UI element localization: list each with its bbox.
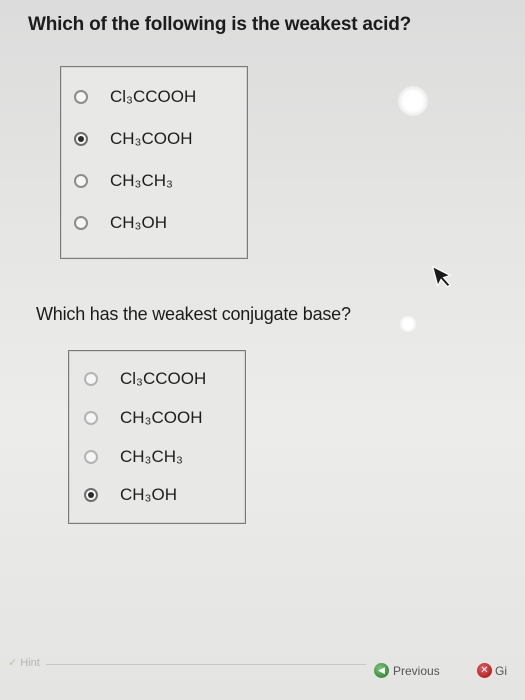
radio-button-selected[interactable] xyxy=(74,132,88,146)
q2-option-cl3ccooh[interactable]: Cl₃CCOOH xyxy=(84,365,206,393)
option-label: Cl₃CCOOH xyxy=(120,369,207,388)
option-label: CH₃COOH xyxy=(120,408,203,427)
screen-glare xyxy=(398,86,428,116)
previous-label: Previous xyxy=(393,663,440,678)
divider xyxy=(46,664,366,665)
radio-button[interactable] xyxy=(74,90,88,104)
hint-link[interactable]: ✓ Hint xyxy=(8,656,40,670)
radio-button[interactable] xyxy=(84,450,98,464)
radio-button[interactable] xyxy=(84,411,98,425)
question-2-options: Cl₃CCOOH CH₃COOH CH₃CH₃ CH₃OH xyxy=(68,350,246,524)
screen-glare xyxy=(400,316,416,332)
option-label: CH₃CH₃ xyxy=(110,171,173,190)
check-icon: ✓ xyxy=(8,657,18,669)
footer-bar: ✓ Hint ◀ Previous ✕ Gi xyxy=(0,652,525,700)
question-2-title: Which has the weakest conjugate base? xyxy=(36,304,351,324)
q1-option-cl3ccooh[interactable]: Cl₃CCOOH xyxy=(74,83,196,111)
option-label: CH₃OH xyxy=(120,485,177,504)
q2-option-ch3oh[interactable]: CH₃OH xyxy=(84,481,177,509)
q2-option-ch3cooh[interactable]: CH₃COOH xyxy=(84,404,202,432)
option-label: Cl₃CCOOH xyxy=(110,87,197,106)
question-1-options: Cl₃CCOOH CH₃COOH CH₃CH₃ CH₃OH xyxy=(60,66,248,259)
q1-option-ch3oh[interactable]: CH₃OH xyxy=(74,209,167,237)
option-label: CH₃COOH xyxy=(110,129,193,148)
option-label: CH₃CH₃ xyxy=(120,447,183,466)
mouse-pointer-icon xyxy=(431,265,452,288)
radio-button-selected[interactable] xyxy=(84,488,98,502)
q2-option-ch3ch3[interactable]: CH₃CH₃ xyxy=(84,443,183,471)
give-up-button[interactable]: ✕ Gi xyxy=(477,663,507,678)
option-label: CH₃OH xyxy=(110,213,167,232)
give-up-x-icon: ✕ xyxy=(477,663,492,678)
q1-option-ch3cooh[interactable]: CH₃COOH xyxy=(74,125,192,153)
radio-button[interactable] xyxy=(74,174,88,188)
give-up-label: Gi xyxy=(495,663,507,678)
back-arrow-icon: ◀ xyxy=(374,663,389,678)
question-1-title: Which of the following is the weakest ac… xyxy=(28,14,412,35)
q1-option-ch3ch3[interactable]: CH₃CH₃ xyxy=(74,167,173,195)
hint-label: Hint xyxy=(20,656,40,669)
previous-button[interactable]: ◀ Previous xyxy=(374,663,440,678)
radio-button[interactable] xyxy=(84,372,98,386)
radio-button[interactable] xyxy=(74,216,88,230)
